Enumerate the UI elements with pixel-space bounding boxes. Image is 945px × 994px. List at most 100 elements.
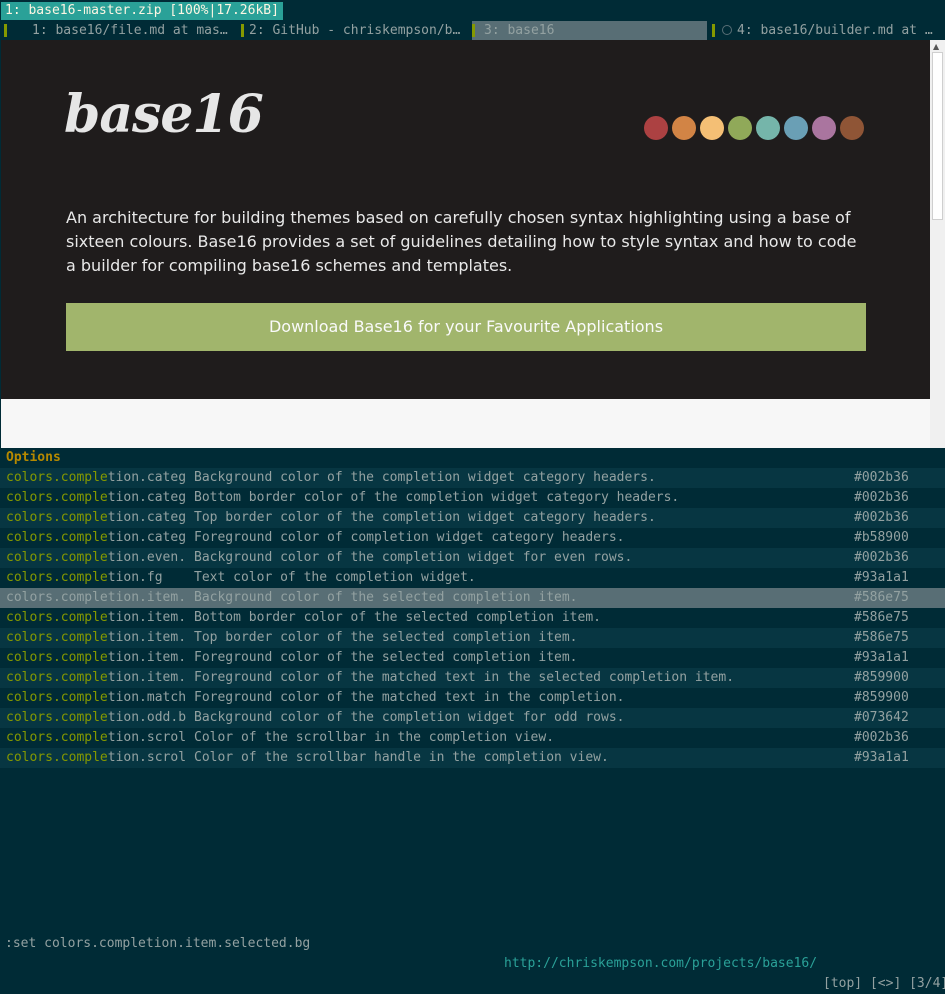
option-match: colors.comple (6, 610, 108, 625)
completion-row[interactable]: colors.completion.item. Foreground color … (0, 668, 945, 688)
web-view[interactable]: base16 An architecture for building them… (1, 40, 930, 448)
completion-row[interactable]: colors.completion.scrol Color of the scro… (0, 728, 945, 748)
tab-indicator (241, 24, 244, 37)
option-value: #002b36 (854, 470, 909, 485)
completion-row[interactable]: colors.completion.scrol Color of the scro… (0, 748, 945, 768)
tab-3[interactable]: 3: base16 (472, 21, 707, 40)
completion-row[interactable]: colors.completion.categ Background color … (0, 468, 945, 488)
option-description: Bottom border color of the completion wi… (194, 490, 680, 505)
option-name: colors.completion.fg (6, 568, 188, 587)
option-value: #b58900 (854, 530, 909, 545)
option-match: colors.comple (6, 530, 108, 545)
option-value: #93a1a1 (854, 570, 909, 585)
option-value: #002b36 (854, 730, 909, 745)
option-rest: tion.item. (107, 650, 187, 665)
option-match: colors.comple (6, 710, 108, 725)
page-description: An architecture for building themes base… (66, 208, 857, 275)
download-button[interactable]: Download Base16 for your Favourite Appli… (66, 303, 866, 351)
option-name: colors.completion.item. (6, 608, 188, 627)
palette-dot (700, 116, 724, 140)
tab-label: 1: base16/file.md at mas… (32, 23, 228, 38)
completion-row[interactable]: colors.completion.categ Top border color … (0, 508, 945, 528)
option-name: colors.completion.item. (6, 628, 188, 647)
option-description: Background color of the selected complet… (194, 590, 578, 605)
option-rest: tion.even. (107, 550, 187, 565)
option-rest: tion.item. (107, 590, 187, 605)
status-bar: :set colors.completion.item.selected.bg … (0, 914, 945, 991)
completion-row[interactable]: colors.completion.match Foreground color … (0, 688, 945, 708)
option-value: #93a1a1 (854, 750, 909, 765)
completion-row[interactable]: colors.completion.fg Text color of the co… (0, 568, 945, 588)
tab-4[interactable]: 4: base16/builder.md at … (712, 21, 945, 40)
completion-widget: Options colors.completion.categ Backgroun… (0, 448, 945, 910)
tab-indicator (472, 24, 475, 37)
option-value: #859900 (854, 690, 909, 705)
option-name: colors.completion.item. (6, 668, 188, 687)
option-value: #586e75 (854, 590, 909, 605)
option-value: #859900 (854, 670, 909, 685)
completion-row[interactable]: colors.completion.categ Foreground color … (0, 528, 945, 548)
option-name: colors.completion.even. (6, 548, 188, 567)
option-match: colors.comple (6, 670, 108, 685)
completion-row[interactable]: colors.completion.odd.b Background color … (0, 708, 945, 728)
option-value: #93a1a1 (854, 650, 909, 665)
tab-bar: 1: base16/file.md at mas… 2: GitHub - ch… (0, 21, 945, 40)
option-description: Background color of the completion widge… (194, 550, 633, 565)
option-value: #002b36 (854, 510, 909, 525)
completion-row[interactable]: colors.completion.item. Bottom border col… (0, 608, 945, 628)
scroll-up-arrow-icon[interactable]: ▲ (933, 42, 939, 51)
option-value: #586e75 (854, 630, 909, 645)
palette-dot (812, 116, 836, 140)
option-description: Background color of the completion widge… (194, 470, 656, 485)
command-input[interactable]: :set colors.completion.item.selected.bg (5, 934, 310, 954)
option-description: Foreground color of the matched text in … (194, 690, 625, 705)
option-name: colors.completion.categ (6, 508, 188, 527)
option-name: colors.completion.match (6, 688, 188, 707)
completion-category-header: Options (0, 448, 945, 468)
option-rest: tion.categ (107, 470, 187, 485)
palette-dot (672, 116, 696, 140)
option-rest: tion.item. (107, 630, 187, 645)
scrollbar-thumb[interactable] (932, 52, 943, 220)
download-item[interactable]: 1: base16-master.zip [100%|17.26kB] (1, 2, 283, 20)
option-match: colors.comple (6, 490, 108, 505)
palette-dot (784, 116, 808, 140)
option-value: #073642 (854, 710, 909, 725)
completion-row[interactable]: colors.completion.even. Background color … (0, 548, 945, 568)
option-rest: tion.match (107, 690, 187, 705)
hero-section: base16 An architecture for building them… (1, 40, 930, 399)
category-label: Options (6, 450, 61, 465)
option-name: colors.completion.scrol (6, 728, 188, 747)
option-description: Text color of the completion widget. (194, 570, 476, 585)
page-scrollbar[interactable]: ▲ (930, 40, 945, 448)
status-position: [top] [<>] [3/4] (823, 976, 945, 991)
tab-1[interactable]: 1: base16/file.md at mas… (4, 21, 236, 40)
option-match: colors.comple (6, 690, 108, 705)
option-description: Foreground color of completion widget ca… (194, 530, 625, 545)
completion-row[interactable]: colors.completion.categ Bottom border col… (0, 488, 945, 508)
loading-spinner-icon (722, 25, 732, 35)
site-logo[interactable]: base16 (64, 84, 264, 145)
completion-row[interactable]: colors.completion.item. Top border color … (0, 628, 945, 648)
option-name: colors.completion.categ (6, 488, 188, 507)
option-description: Top border color of the selected complet… (194, 630, 578, 645)
download-bar: 1: base16-master.zip [100%|17.26kB] (0, 0, 945, 21)
tab-2[interactable]: 2: GitHub - chriskempson/b… (241, 21, 467, 40)
option-match: colors.comple (6, 590, 108, 605)
tab-indicator (712, 24, 715, 37)
option-value: #002b36 (854, 490, 909, 505)
option-rest: tion.item. (107, 610, 187, 625)
option-name: colors.completion.item. (6, 648, 188, 667)
option-rest: tion.item. (107, 670, 187, 685)
tab-indicator (4, 24, 7, 37)
completion-row[interactable]: colors.completion.item. Foreground color … (0, 648, 945, 668)
option-rest: tion.scrol (107, 730, 187, 745)
option-rest: tion.scrol (107, 750, 187, 765)
option-description: Top border color of the completion widge… (194, 510, 656, 525)
option-rest: tion.categ (107, 530, 187, 545)
completion-row[interactable]: colors.completion.item. Background color … (0, 588, 945, 608)
option-match: colors.comple (6, 750, 108, 765)
option-description: Color of the scrollbar handle in the com… (194, 750, 609, 765)
tab-label: 2: GitHub - chriskempson/b… (249, 23, 461, 38)
option-description: Foreground color of the selected complet… (194, 650, 578, 665)
